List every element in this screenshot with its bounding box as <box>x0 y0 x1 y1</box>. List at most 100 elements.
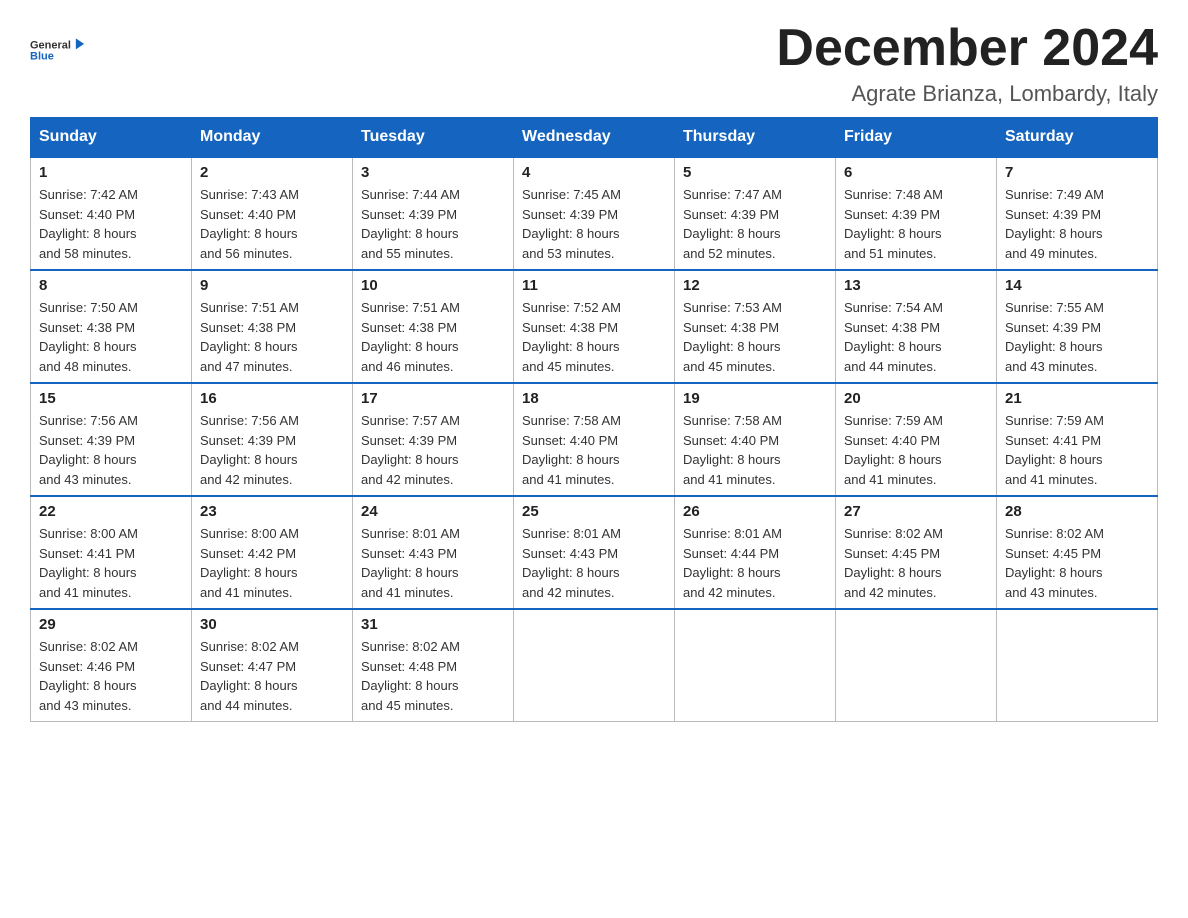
month-title: December 2024 <box>776 20 1158 77</box>
day-number: 20 <box>844 390 988 407</box>
day-number: 18 <box>522 390 666 407</box>
location-subtitle: Agrate Brianza, Lombardy, Italy <box>776 81 1158 107</box>
day-number: 14 <box>1005 277 1149 294</box>
day-cell: 25 Sunrise: 8:01 AMSunset: 4:43 PMDayligh… <box>514 496 675 609</box>
day-info: Sunrise: 7:47 AMSunset: 4:39 PMDaylight:… <box>683 185 827 263</box>
day-info: Sunrise: 8:01 AMSunset: 4:43 PMDaylight:… <box>522 524 666 602</box>
day-info: Sunrise: 7:44 AMSunset: 4:39 PMDaylight:… <box>361 185 505 263</box>
day-number: 10 <box>361 277 505 294</box>
day-cell: 30 Sunrise: 8:02 AMSunset: 4:47 PMDayligh… <box>192 609 353 722</box>
day-info: Sunrise: 8:02 AMSunset: 4:46 PMDaylight:… <box>39 637 183 715</box>
day-info: Sunrise: 7:54 AMSunset: 4:38 PMDaylight:… <box>844 298 988 376</box>
day-number: 29 <box>39 616 183 633</box>
day-number: 5 <box>683 164 827 181</box>
day-number: 21 <box>1005 390 1149 407</box>
day-number: 31 <box>361 616 505 633</box>
day-number: 23 <box>200 503 344 520</box>
day-cell: 2Sunrise: 7:43 AMSunset: 4:40 PMDaylight… <box>192 157 353 270</box>
col-wednesday: Wednesday <box>514 118 675 158</box>
day-info: Sunrise: 8:02 AMSunset: 4:47 PMDaylight:… <box>200 637 344 715</box>
day-info: Sunrise: 8:02 AMSunset: 4:45 PMDaylight:… <box>1005 524 1149 602</box>
day-cell: 17 Sunrise: 7:57 AMSunset: 4:39 PMDayligh… <box>353 383 514 496</box>
day-number: 22 <box>39 503 183 520</box>
day-cell: 14 Sunrise: 7:55 AMSunset: 4:39 PMDayligh… <box>997 270 1158 383</box>
day-info: Sunrise: 7:51 AMSunset: 4:38 PMDaylight:… <box>200 298 344 376</box>
day-number: 8 <box>39 277 183 294</box>
day-cell: 15 Sunrise: 7:56 AMSunset: 4:39 PMDayligh… <box>31 383 192 496</box>
day-number: 2 <box>200 164 344 181</box>
day-number: 19 <box>683 390 827 407</box>
day-number: 27 <box>844 503 988 520</box>
day-cell: 10Sunrise: 7:51 AMSunset: 4:38 PMDayligh… <box>353 270 514 383</box>
calendar-table: Sunday Monday Tuesday Wednesday Thursday… <box>30 117 1158 722</box>
title-area: December 2024 Agrate Brianza, Lombardy, … <box>776 20 1158 107</box>
day-number: 30 <box>200 616 344 633</box>
svg-text:Blue: Blue <box>30 50 54 62</box>
day-cell: 28 Sunrise: 8:02 AMSunset: 4:45 PMDayligh… <box>997 496 1158 609</box>
day-info: Sunrise: 8:00 AMSunset: 4:42 PMDaylight:… <box>200 524 344 602</box>
day-info: Sunrise: 7:42 AMSunset: 4:40 PMDaylight:… <box>39 185 183 263</box>
day-cell: 4 Sunrise: 7:45 AMSunset: 4:39 PMDaylight… <box>514 157 675 270</box>
day-info: Sunrise: 8:02 AMSunset: 4:48 PMDaylight:… <box>361 637 505 715</box>
day-number: 4 <box>522 164 666 181</box>
day-number: 11 <box>522 277 666 294</box>
col-thursday: Thursday <box>675 118 836 158</box>
day-cell: 29 Sunrise: 8:02 AMSunset: 4:46 PMDayligh… <box>31 609 192 722</box>
day-cell: 26Sunrise: 8:01 AMSunset: 4:44 PMDayligh… <box>675 496 836 609</box>
day-info: Sunrise: 7:59 AMSunset: 4:40 PMDaylight:… <box>844 411 988 489</box>
day-cell: 13 Sunrise: 7:54 AMSunset: 4:38 PMDayligh… <box>836 270 997 383</box>
calendar-header-row: Sunday Monday Tuesday Wednesday Thursday… <box>31 118 1158 158</box>
day-cell: 20 Sunrise: 7:59 AMSunset: 4:40 PMDayligh… <box>836 383 997 496</box>
day-number: 24 <box>361 503 505 520</box>
day-info: Sunrise: 8:00 AMSunset: 4:41 PMDaylight:… <box>39 524 183 602</box>
day-cell <box>514 609 675 722</box>
day-info: Sunrise: 7:56 AMSunset: 4:39 PMDaylight:… <box>200 411 344 489</box>
day-cell <box>836 609 997 722</box>
day-number: 15 <box>39 390 183 407</box>
week-row-5: 29 Sunrise: 8:02 AMSunset: 4:46 PMDayligh… <box>31 609 1158 722</box>
day-info: Sunrise: 7:59 AMSunset: 4:41 PMDaylight:… <box>1005 411 1149 489</box>
day-number: 26 <box>683 503 827 520</box>
col-saturday: Saturday <box>997 118 1158 158</box>
day-info: Sunrise: 8:02 AMSunset: 4:45 PMDaylight:… <box>844 524 988 602</box>
day-number: 25 <box>522 503 666 520</box>
week-row-1: 1Sunrise: 7:42 AMSunset: 4:40 PMDaylight… <box>31 157 1158 270</box>
day-number: 12 <box>683 277 827 294</box>
day-cell: 27 Sunrise: 8:02 AMSunset: 4:45 PMDayligh… <box>836 496 997 609</box>
day-cell: 21 Sunrise: 7:59 AMSunset: 4:41 PMDayligh… <box>997 383 1158 496</box>
col-monday: Monday <box>192 118 353 158</box>
day-cell: 24Sunrise: 8:01 AMSunset: 4:43 PMDayligh… <box>353 496 514 609</box>
day-info: Sunrise: 7:55 AMSunset: 4:39 PMDaylight:… <box>1005 298 1149 376</box>
day-cell: 31 Sunrise: 8:02 AMSunset: 4:48 PMDayligh… <box>353 609 514 722</box>
day-info: Sunrise: 7:45 AMSunset: 4:39 PMDaylight:… <box>522 185 666 263</box>
header: General Blue December 2024 Agrate Brianz… <box>30 20 1158 107</box>
day-cell: 9 Sunrise: 7:51 AMSunset: 4:38 PMDaylight… <box>192 270 353 383</box>
day-cell: 12Sunrise: 7:53 AMSunset: 4:38 PMDayligh… <box>675 270 836 383</box>
day-number: 28 <box>1005 503 1149 520</box>
col-sunday: Sunday <box>31 118 192 158</box>
day-number: 6 <box>844 164 988 181</box>
day-cell: 11Sunrise: 7:52 AMSunset: 4:38 PMDayligh… <box>514 270 675 383</box>
day-cell: 23 Sunrise: 8:00 AMSunset: 4:42 PMDayligh… <box>192 496 353 609</box>
day-info: Sunrise: 7:58 AMSunset: 4:40 PMDaylight:… <box>522 411 666 489</box>
day-info: Sunrise: 7:49 AMSunset: 4:39 PMDaylight:… <box>1005 185 1149 263</box>
week-row-2: 8Sunrise: 7:50 AMSunset: 4:38 PMDaylight… <box>31 270 1158 383</box>
day-cell: 7 Sunrise: 7:49 AMSunset: 4:39 PMDaylight… <box>997 157 1158 270</box>
day-info: Sunrise: 7:57 AMSunset: 4:39 PMDaylight:… <box>361 411 505 489</box>
day-cell: 6Sunrise: 7:48 AMSunset: 4:39 PMDaylight… <box>836 157 997 270</box>
day-number: 13 <box>844 277 988 294</box>
generalblue-logo: General Blue <box>30 20 85 75</box>
col-friday: Friday <box>836 118 997 158</box>
day-cell: 22 Sunrise: 8:00 AMSunset: 4:41 PMDayligh… <box>31 496 192 609</box>
svg-text:General: General <box>30 39 71 51</box>
day-number: 7 <box>1005 164 1149 181</box>
day-cell <box>675 609 836 722</box>
day-cell: 1Sunrise: 7:42 AMSunset: 4:40 PMDaylight… <box>31 157 192 270</box>
day-info: Sunrise: 7:58 AMSunset: 4:40 PMDaylight:… <box>683 411 827 489</box>
day-number: 3 <box>361 164 505 181</box>
day-number: 9 <box>200 277 344 294</box>
day-info: Sunrise: 7:56 AMSunset: 4:39 PMDaylight:… <box>39 411 183 489</box>
day-number: 17 <box>361 390 505 407</box>
day-cell: 18 Sunrise: 7:58 AMSunset: 4:40 PMDayligh… <box>514 383 675 496</box>
day-cell <box>997 609 1158 722</box>
